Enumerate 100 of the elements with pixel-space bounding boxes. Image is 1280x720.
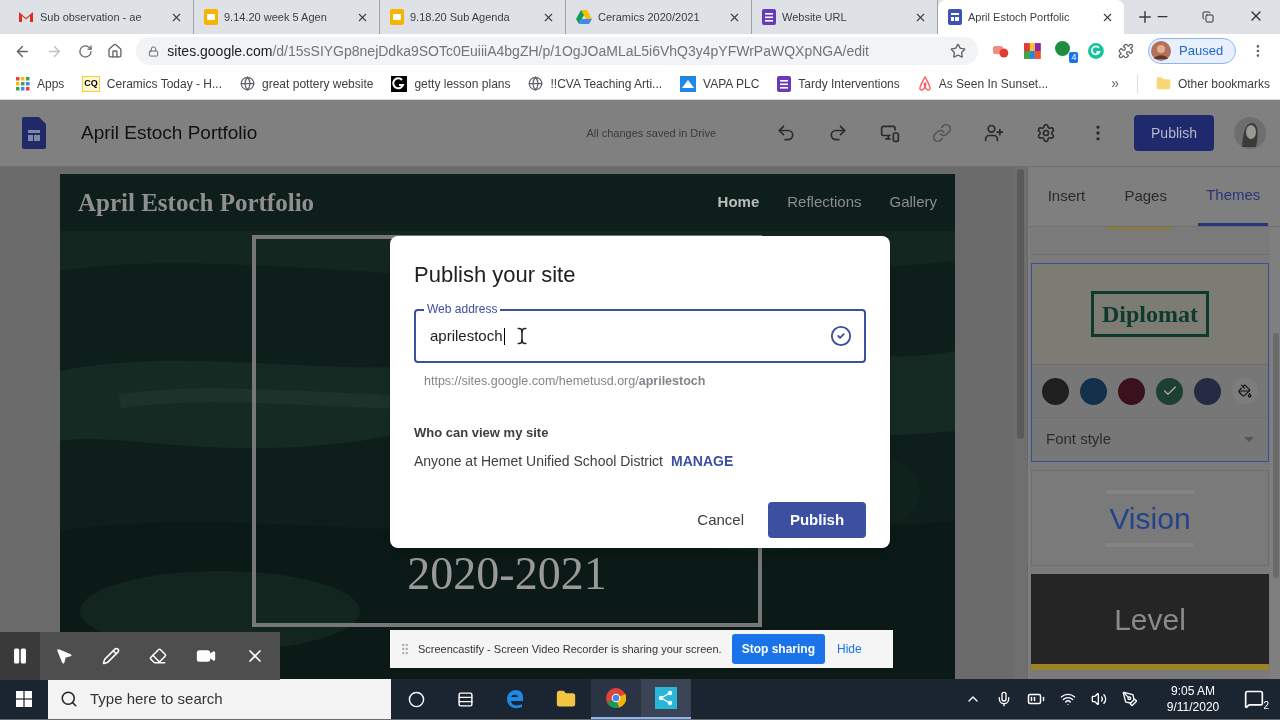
- pen-icon[interactable]: [1122, 691, 1138, 707]
- cq-icon: CQ: [82, 75, 100, 92]
- color-swatch[interactable]: [1042, 377, 1069, 405]
- lock-icon[interactable]: [148, 45, 160, 57]
- avatar-icon[interactable]: [1234, 117, 1266, 149]
- paint-bucket-button[interactable]: [1232, 378, 1258, 404]
- undo-icon[interactable]: [776, 123, 796, 143]
- hide-button[interactable]: Hide: [831, 640, 868, 658]
- record-icon[interactable]: [991, 43, 1010, 59]
- bookmark[interactable]: !!CVA Teaching Arti...: [528, 74, 663, 93]
- pencil-icon[interactable]: [101, 647, 120, 665]
- getty-icon: [391, 75, 408, 92]
- microphone-icon[interactable]: [996, 691, 1012, 707]
- theme-card[interactable]: Level: [1031, 574, 1269, 670]
- chrome-icon[interactable]: [606, 688, 626, 708]
- drive-icon: [576, 10, 592, 24]
- notification-count: 2: [1263, 699, 1269, 713]
- tab-title: Sub observation - ae: [40, 9, 142, 25]
- save-status: All changes saved in Drive: [586, 125, 716, 141]
- color-grid-icon[interactable]: [1023, 43, 1041, 59]
- mail-icon: [18, 11, 34, 23]
- visibility-text: Anyone at Hemet Unified School District: [414, 452, 663, 472]
- more-bookmarks[interactable]: »: [1111, 73, 1119, 94]
- bookmark[interactable]: CQ Ceramics Today - H...: [82, 74, 222, 93]
- extensions-icon[interactable]: [1118, 43, 1135, 59]
- star-icon[interactable]: [949, 43, 966, 59]
- new-tab-icon[interactable]: [1136, 8, 1154, 26]
- extension-badge: 4: [1069, 52, 1079, 63]
- home-icon[interactable]: [106, 43, 123, 59]
- edge-icon[interactable]: [505, 689, 525, 709]
- publish-button[interactable]: Publish: [768, 502, 866, 539]
- panel-tab[interactable]: Pages: [1116, 167, 1175, 226]
- cortana-icon[interactable]: [407, 690, 425, 708]
- bookmark[interactable]: Apps: [16, 74, 65, 93]
- tab-title: April Estoch Portfolic: [968, 9, 1070, 25]
- start-icon[interactable]: [16, 691, 32, 707]
- preview-icon[interactable]: [880, 123, 900, 143]
- profile-button[interactable]: Paused: [1148, 38, 1237, 64]
- color-swatch[interactable]: [1118, 377, 1145, 405]
- site-title: April Estoch Portfolio: [78, 187, 315, 218]
- sharing-message: Screencastify - Screen Video Recorder is sharing your screen.: [418, 641, 722, 657]
- browser-tab[interactable]: April Estoch Portfolic: [938, 0, 1124, 34]
- bookmark[interactable]: getty lesson plans: [391, 74, 511, 93]
- taskbar-search-field[interactable]: Type here to search: [48, 679, 391, 719]
- task-view-icon[interactable]: [456, 690, 474, 708]
- globe-icon: [240, 76, 255, 91]
- folder-icon[interactable]: [556, 689, 576, 709]
- sites-logo-icon: [22, 117, 46, 149]
- dropdown-arrow-icon: [1244, 437, 1254, 442]
- folder-icon: [1155, 76, 1171, 91]
- address-bar[interactable]: sites.google.com/d/15sSIYGp8nejDdka9SOTc0EuiiiA4bgZH/p/1OgJOaMLaL5i6VhQ3y4pYFWrPaWQXpNGA/edit: [136, 37, 978, 65]
- eraser-icon[interactable]: [148, 647, 167, 665]
- slides-icon: [204, 9, 218, 25]
- chat-extension-icon[interactable]: [1054, 41, 1070, 56]
- form-icon: [762, 9, 776, 25]
- tab-title: Ceramics 2020/2021: [598, 9, 700, 25]
- slides-icon: [390, 9, 404, 25]
- redo-icon[interactable]: [828, 123, 848, 143]
- manage-link[interactable]: MANAGE: [671, 451, 734, 473]
- nav-link[interactable]: Home: [717, 191, 760, 214]
- airbnb-icon: [917, 75, 932, 92]
- tab-title: Website URL: [782, 9, 847, 25]
- mountain-icon: [680, 75, 697, 92]
- settings-icon[interactable]: [1036, 123, 1056, 143]
- color-swatch[interactable]: [1194, 377, 1221, 405]
- volume-icon[interactable]: [1091, 691, 1107, 707]
- wifi-icon[interactable]: [1060, 691, 1076, 707]
- tab-title: 9.18.20 Sub Agenda: [410, 9, 510, 25]
- apps-grid-icon: [16, 76, 30, 91]
- bookmark[interactable]: VAPA PLC: [680, 74, 760, 93]
- url-preview: https://sites.google.com/hemetusd.org/aprilestoch: [424, 373, 707, 390]
- cancel-button[interactable]: Cancel: [687, 502, 754, 539]
- valid-check-icon: [830, 325, 852, 347]
- pause-icon[interactable]: [11, 647, 29, 665]
- color-swatch[interactable]: [1156, 377, 1183, 405]
- paint-bucket-icon: [1238, 384, 1252, 398]
- bookmark[interactable]: As Seen In Sunset...: [917, 74, 1049, 93]
- tab-title: 9.14.20 week 5 Agen: [224, 9, 327, 25]
- pointer-icon[interactable]: [54, 647, 73, 665]
- reload-icon[interactable]: [77, 43, 93, 59]
- theme-name: Level: [1114, 601, 1186, 638]
- stop-sharing-button[interactable]: Stop sharing: [731, 634, 825, 664]
- bookmark[interactable]: great pottery website: [240, 74, 374, 93]
- globe-icon: [528, 76, 544, 91]
- nav-link[interactable]: Gallery: [889, 191, 937, 214]
- dialog-title: Publish your site: [414, 261, 577, 289]
- notifications-icon[interactable]: [1244, 689, 1264, 709]
- search-icon: [60, 690, 78, 708]
- bookmark-folder[interactable]: Other bookmarks: [1155, 74, 1270, 93]
- clock[interactable]: 9:05 AM 9/11/2020: [1156, 683, 1230, 715]
- add-person-icon[interactable]: [984, 123, 1004, 143]
- theme-name: Diplomat: [1091, 291, 1209, 337]
- document-title[interactable]: April Estoch Portfolio: [81, 118, 258, 148]
- restore-icon[interactable]: [1202, 11, 1214, 23]
- hero-year: 2020-2021: [407, 551, 607, 597]
- panel-tab[interactable]: Insert: [1039, 167, 1094, 226]
- bookmark[interactable]: Tardy Interventions: [777, 74, 900, 93]
- color-swatch[interactable]: [1080, 377, 1107, 405]
- publish-button[interactable]: Publish: [1134, 115, 1214, 151]
- nav-link[interactable]: Reflections: [787, 191, 862, 214]
